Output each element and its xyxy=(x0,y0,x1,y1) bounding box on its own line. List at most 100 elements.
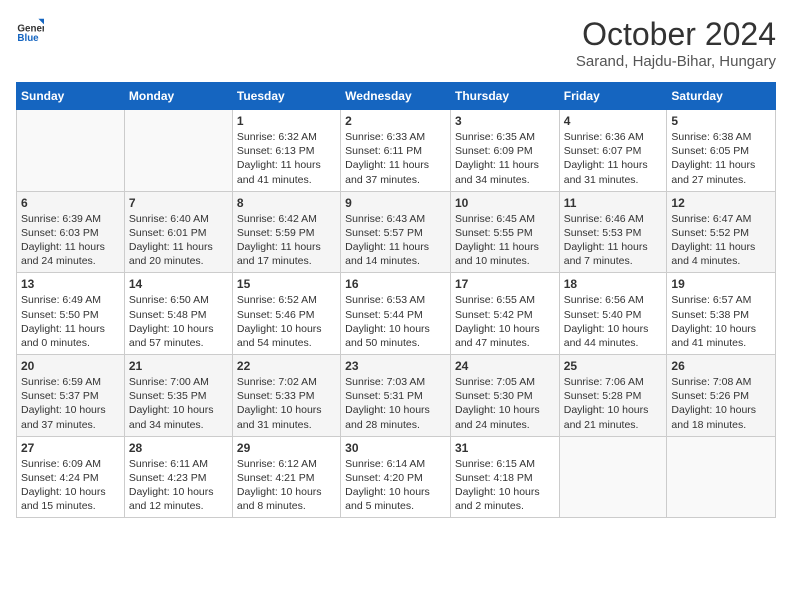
day-info: Sunrise: 6:14 AM Sunset: 4:20 PM Dayligh… xyxy=(345,457,446,514)
week-row-3: 13 Sunrise: 6:49 AM Sunset: 5:50 PM Dayli… xyxy=(17,273,776,355)
day-cell: 30 Sunrise: 6:14 AM Sunset: 4:20 PM Dayli… xyxy=(341,436,451,518)
day-number: 3 xyxy=(455,114,555,128)
day-info: Sunrise: 6:55 AM Sunset: 5:42 PM Dayligh… xyxy=(455,293,555,350)
day-cell: 8 Sunrise: 6:42 AM Sunset: 5:59 PM Daylig… xyxy=(232,191,340,273)
day-number: 4 xyxy=(564,114,663,128)
col-sunday: Sunday xyxy=(17,83,125,110)
day-info: Sunrise: 6:47 AM Sunset: 5:52 PM Dayligh… xyxy=(671,212,771,269)
col-saturday: Saturday xyxy=(667,83,776,110)
week-row-5: 27Sunrise: 6:09 AM Sunset: 4:24 PM Dayli… xyxy=(17,436,776,518)
col-thursday: Thursday xyxy=(450,83,559,110)
day-cell xyxy=(667,436,776,518)
day-number: 29 xyxy=(237,441,336,455)
week-row-4: 20Sunrise: 6:59 AM Sunset: 5:37 PM Dayli… xyxy=(17,355,776,437)
day-info: Sunrise: 6:36 AM Sunset: 6:07 PM Dayligh… xyxy=(564,130,663,187)
day-info: Sunrise: 6:35 AM Sunset: 6:09 PM Dayligh… xyxy=(455,130,555,187)
day-info: Sunrise: 6:45 AM Sunset: 5:55 PM Dayligh… xyxy=(455,212,555,269)
day-info: Sunrise: 6:33 AM Sunset: 6:11 PM Dayligh… xyxy=(345,130,446,187)
col-monday: Monday xyxy=(124,83,232,110)
day-number: 28 xyxy=(129,441,228,455)
day-number: 12 xyxy=(671,196,771,210)
day-cell: 27Sunrise: 6:09 AM Sunset: 4:24 PM Dayli… xyxy=(17,436,125,518)
day-cell: 10Sunrise: 6:45 AM Sunset: 5:55 PM Dayli… xyxy=(450,191,559,273)
day-number: 16 xyxy=(345,277,446,291)
day-info: Sunrise: 7:06 AM Sunset: 5:28 PM Dayligh… xyxy=(564,375,663,432)
day-number: 24 xyxy=(455,359,555,373)
day-cell: 3 Sunrise: 6:35 AM Sunset: 6:09 PM Daylig… xyxy=(450,110,559,192)
col-tuesday: Tuesday xyxy=(232,83,340,110)
location-subtitle: Sarand, Hajdu-Bihar, Hungary xyxy=(576,53,776,70)
day-cell: 15Sunrise: 6:52 AM Sunset: 5:46 PM Dayli… xyxy=(232,273,340,355)
col-friday: Friday xyxy=(559,83,667,110)
day-info: Sunrise: 6:49 AM Sunset: 5:50 PM Dayligh… xyxy=(21,293,120,350)
day-info: Sunrise: 6:09 AM Sunset: 4:24 PM Dayligh… xyxy=(21,457,120,514)
day-info: Sunrise: 7:00 AM Sunset: 5:35 PM Dayligh… xyxy=(129,375,228,432)
day-number: 8 xyxy=(237,196,336,210)
day-number: 19 xyxy=(671,277,771,291)
day-number: 15 xyxy=(237,277,336,291)
day-number: 26 xyxy=(671,359,771,373)
day-number: 13 xyxy=(21,277,120,291)
day-cell: 18 Sunrise: 6:56 AM Sunset: 5:40 PM Dayli… xyxy=(559,273,667,355)
day-info: Sunrise: 7:03 AM Sunset: 5:31 PM Dayligh… xyxy=(345,375,446,432)
day-cell: 23 Sunrise: 7:03 AM Sunset: 5:31 PM Dayli… xyxy=(341,355,451,437)
day-info: Sunrise: 6:50 AM Sunset: 5:48 PM Dayligh… xyxy=(129,293,228,350)
day-number: 2 xyxy=(345,114,446,128)
week-row-2: 6Sunrise: 6:39 AM Sunset: 6:03 PM Daylig… xyxy=(17,191,776,273)
day-info: Sunrise: 7:02 AM Sunset: 5:33 PM Dayligh… xyxy=(237,375,336,432)
day-cell xyxy=(124,110,232,192)
logo: General Blue xyxy=(16,16,44,44)
month-title: October 2024 xyxy=(576,16,776,53)
day-number: 6 xyxy=(21,196,120,210)
calendar-header-row: Sunday Monday Tuesday Wednesday Thursday… xyxy=(17,83,776,110)
day-cell: 19 Sunrise: 6:57 AM Sunset: 5:38 PM Dayli… xyxy=(667,273,776,355)
day-cell: 17 Sunrise: 6:55 AM Sunset: 5:42 PM Dayli… xyxy=(450,273,559,355)
day-cell: 16 Sunrise: 6:53 AM Sunset: 5:44 PM Dayli… xyxy=(341,273,451,355)
day-info: Sunrise: 6:12 AM Sunset: 4:21 PM Dayligh… xyxy=(237,457,336,514)
day-cell: 12 Sunrise: 6:47 AM Sunset: 5:52 PM Dayli… xyxy=(667,191,776,273)
day-cell: 31 Sunrise: 6:15 AM Sunset: 4:18 PM Dayli… xyxy=(450,436,559,518)
day-number: 11 xyxy=(564,196,663,210)
day-cell: 20Sunrise: 6:59 AM Sunset: 5:37 PM Dayli… xyxy=(17,355,125,437)
day-number: 9 xyxy=(345,196,446,210)
day-number: 20 xyxy=(21,359,120,373)
day-number: 17 xyxy=(455,277,555,291)
logo-icon: General Blue xyxy=(16,16,44,44)
calendar-table: Sunday Monday Tuesday Wednesday Thursday… xyxy=(16,82,776,518)
title-block: October 2024 Sarand, Hajdu-Bihar, Hungar… xyxy=(576,16,776,70)
day-info: Sunrise: 6:57 AM Sunset: 5:38 PM Dayligh… xyxy=(671,293,771,350)
week-row-1: 1 Sunrise: 6:32 AM Sunset: 6:13 PM Daylig… xyxy=(17,110,776,192)
day-cell: 22 Sunrise: 7:02 AM Sunset: 5:33 PM Dayli… xyxy=(232,355,340,437)
day-number: 18 xyxy=(564,277,663,291)
day-cell xyxy=(559,436,667,518)
svg-text:Blue: Blue xyxy=(17,33,39,44)
day-cell: 9 Sunrise: 6:43 AM Sunset: 5:57 PM Daylig… xyxy=(341,191,451,273)
day-info: Sunrise: 6:42 AM Sunset: 5:59 PM Dayligh… xyxy=(237,212,336,269)
day-cell: 1 Sunrise: 6:32 AM Sunset: 6:13 PM Daylig… xyxy=(232,110,340,192)
day-info: Sunrise: 7:05 AM Sunset: 5:30 PM Dayligh… xyxy=(455,375,555,432)
day-cell: 14Sunrise: 6:50 AM Sunset: 5:48 PM Dayli… xyxy=(124,273,232,355)
day-info: Sunrise: 6:43 AM Sunset: 5:57 PM Dayligh… xyxy=(345,212,446,269)
day-number: 23 xyxy=(345,359,446,373)
day-number: 25 xyxy=(564,359,663,373)
day-cell: 2 Sunrise: 6:33 AM Sunset: 6:11 PM Daylig… xyxy=(341,110,451,192)
day-number: 22 xyxy=(237,359,336,373)
day-info: Sunrise: 6:15 AM Sunset: 4:18 PM Dayligh… xyxy=(455,457,555,514)
day-cell: 11 Sunrise: 6:46 AM Sunset: 5:53 PM Dayli… xyxy=(559,191,667,273)
day-info: Sunrise: 6:32 AM Sunset: 6:13 PM Dayligh… xyxy=(237,130,336,187)
page-header: General Blue October 2024 Sarand, Hajdu-… xyxy=(16,16,776,70)
day-number: 1 xyxy=(237,114,336,128)
day-number: 7 xyxy=(129,196,228,210)
day-cell: 28Sunrise: 6:11 AM Sunset: 4:23 PM Dayli… xyxy=(124,436,232,518)
day-cell: 4 Sunrise: 6:36 AM Sunset: 6:07 PM Daylig… xyxy=(559,110,667,192)
day-info: Sunrise: 6:56 AM Sunset: 5:40 PM Dayligh… xyxy=(564,293,663,350)
day-cell: 7Sunrise: 6:40 AM Sunset: 6:01 PM Daylig… xyxy=(124,191,232,273)
day-number: 31 xyxy=(455,441,555,455)
day-cell: 13 Sunrise: 6:49 AM Sunset: 5:50 PM Dayli… xyxy=(17,273,125,355)
day-cell: 24 Sunrise: 7:05 AM Sunset: 5:30 PM Dayli… xyxy=(450,355,559,437)
day-info: Sunrise: 7:08 AM Sunset: 5:26 PM Dayligh… xyxy=(671,375,771,432)
day-cell: 5Sunrise: 6:38 AM Sunset: 6:05 PM Daylig… xyxy=(667,110,776,192)
day-number: 30 xyxy=(345,441,446,455)
day-info: Sunrise: 6:46 AM Sunset: 5:53 PM Dayligh… xyxy=(564,212,663,269)
day-info: Sunrise: 6:53 AM Sunset: 5:44 PM Dayligh… xyxy=(345,293,446,350)
